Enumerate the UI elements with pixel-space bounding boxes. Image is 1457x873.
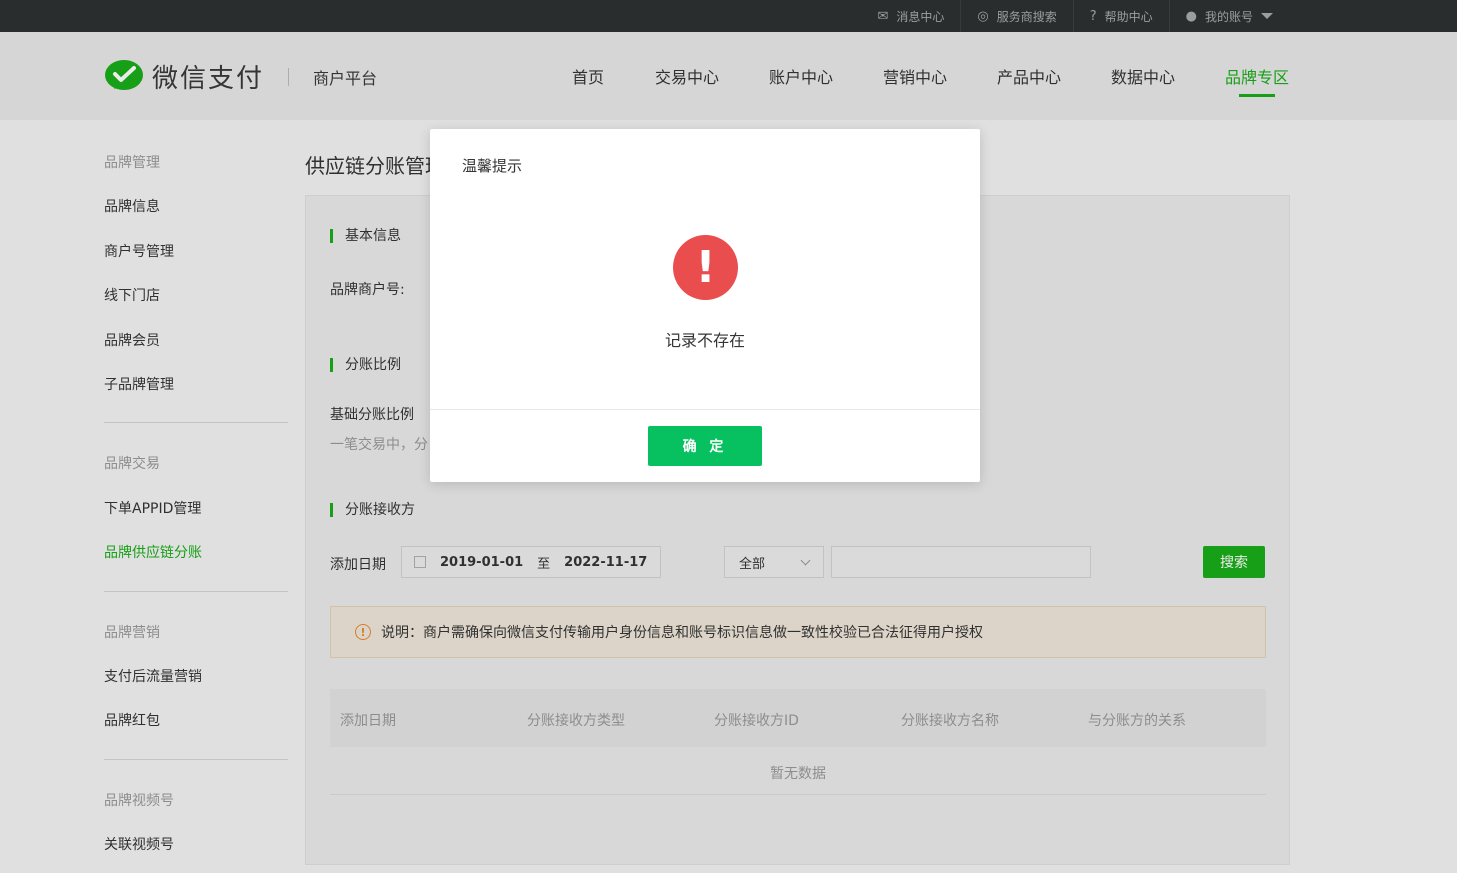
dialog-title: 温馨提示: [462, 157, 523, 175]
error-icon: !: [673, 235, 738, 300]
confirm-button[interactable]: 确 定: [648, 426, 762, 466]
dialog-message: 记录不存在: [664, 331, 745, 350]
alert-dialog: 温馨提示 ! 记录不存在 确 定: [430, 129, 980, 482]
dialog-divider: [430, 409, 980, 410]
